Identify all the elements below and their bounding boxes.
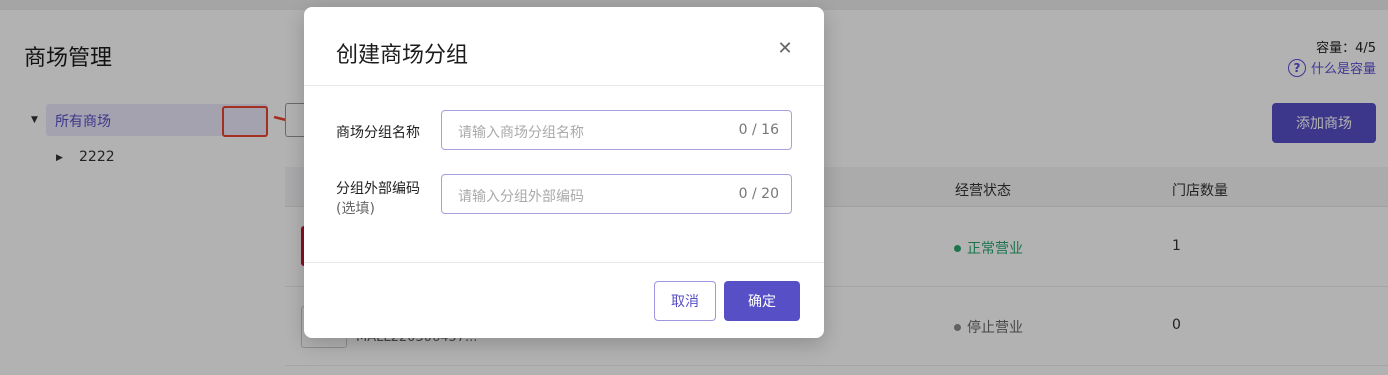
external-code-input[interactable]: 请输入分组外部编码 0 / 20 (441, 174, 792, 214)
external-code-optional: (选填) (336, 201, 375, 217)
confirm-button[interactable]: 确定 (724, 281, 800, 321)
dialog-divider (304, 85, 824, 86)
group-name-counter: 0 / 16 (738, 122, 779, 138)
close-icon[interactable]: ✕ (774, 37, 796, 59)
dialog-footer-divider (304, 262, 824, 263)
external-code-label: 分组外部编码 (336, 181, 420, 197)
external-code-placeholder: 请输入分组外部编码 (458, 189, 584, 205)
create-group-dialog: 创建商场分组 ✕ 商场分组名称 请输入商场分组名称 0 / 16 分组外部编码 … (304, 7, 824, 338)
group-name-label: 商场分组名称 (336, 125, 420, 141)
dialog-title: 创建商场分组 (336, 43, 469, 68)
cancel-button[interactable]: 取消 (654, 281, 716, 321)
group-name-input[interactable]: 请输入商场分组名称 0 / 16 (441, 110, 792, 150)
group-name-placeholder: 请输入商场分组名称 (458, 125, 584, 141)
external-code-counter: 0 / 20 (738, 186, 779, 202)
